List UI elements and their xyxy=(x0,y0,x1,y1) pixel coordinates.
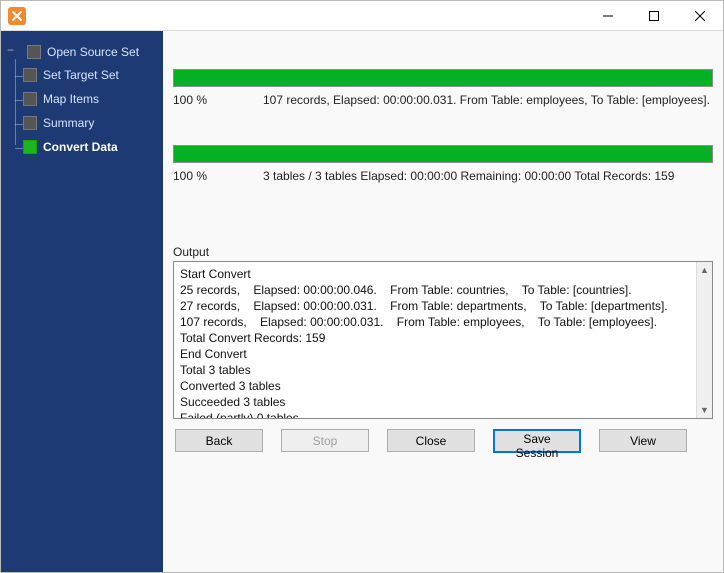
output-label: Output xyxy=(173,245,713,259)
step-box-icon xyxy=(23,92,37,106)
step-box-icon xyxy=(23,140,37,154)
overall-progress-percent: 100 % xyxy=(173,169,263,183)
overall-progress-detail: 3 tables / 3 tables Elapsed: 00:00:00 Re… xyxy=(263,169,713,183)
main-panel: 100 % 107 records, Elapsed: 00:00:00.031… xyxy=(163,31,723,572)
sidebar-item-set-target-set[interactable]: Set Target Set xyxy=(23,63,163,87)
sidebar-item-map-items[interactable]: Map Items xyxy=(23,87,163,111)
overall-progress-status: 100 % 3 tables / 3 tables Elapsed: 00:00… xyxy=(173,169,713,183)
scroll-up-icon[interactable]: ▲ xyxy=(697,262,712,278)
body: Open Source Set Set Target Set Map Items… xyxy=(1,31,723,572)
output-scrollbar[interactable]: ▲ ▼ xyxy=(696,262,712,418)
progress-section: 100 % 107 records, Elapsed: 00:00:00.031… xyxy=(173,39,713,205)
save-session-button[interactable]: Save Session xyxy=(493,429,581,453)
step-box-icon xyxy=(23,68,37,82)
window-controls xyxy=(585,1,723,31)
sidebar-item-label: Set Target Set xyxy=(43,68,119,82)
step-box-icon xyxy=(23,116,37,130)
sidebar-root[interactable]: Open Source Set xyxy=(9,41,163,63)
sidebar-item-convert-data[interactable]: Convert Data xyxy=(23,135,163,159)
stop-button[interactable]: Stop xyxy=(281,429,369,452)
table-progress-bar xyxy=(173,69,713,87)
minimize-button[interactable] xyxy=(585,1,631,31)
table-progress-status: 100 % 107 records, Elapsed: 00:00:00.031… xyxy=(173,93,713,107)
wizard-sidebar: Open Source Set Set Target Set Map Items… xyxy=(1,31,163,572)
button-row: Back Stop Close Save Session View xyxy=(173,419,713,457)
scroll-down-icon[interactable]: ▼ xyxy=(697,402,712,418)
table-progress-detail: 107 records, Elapsed: 00:00:00.031. From… xyxy=(263,93,713,107)
app-window: Open Source Set Set Target Set Map Items… xyxy=(0,0,724,573)
app-icon xyxy=(7,6,27,26)
titlebar xyxy=(1,1,723,31)
overall-progress-bar xyxy=(173,145,713,163)
step-box-icon xyxy=(27,45,41,59)
close-wizard-button[interactable]: Close xyxy=(387,429,475,452)
maximize-button[interactable] xyxy=(631,1,677,31)
sidebar-root-label: Open Source Set xyxy=(47,45,139,59)
progress-fill xyxy=(174,70,712,86)
table-progress-percent: 100 % xyxy=(173,93,263,107)
back-button[interactable]: Back xyxy=(175,429,263,452)
sidebar-item-label: Convert Data xyxy=(43,140,118,154)
sidebar-item-summary[interactable]: Summary xyxy=(23,111,163,135)
sidebar-item-label: Summary xyxy=(43,116,94,130)
output-wrap: Start Convert 25 records, Elapsed: 00:00… xyxy=(173,261,713,419)
view-button[interactable]: View xyxy=(599,429,687,452)
close-button[interactable] xyxy=(677,1,723,31)
progress-fill xyxy=(174,146,712,162)
output-textarea[interactable]: Start Convert 25 records, Elapsed: 00:00… xyxy=(173,261,713,419)
sidebar-item-label: Map Items xyxy=(43,92,99,106)
collapse-icon[interactable] xyxy=(9,47,19,57)
